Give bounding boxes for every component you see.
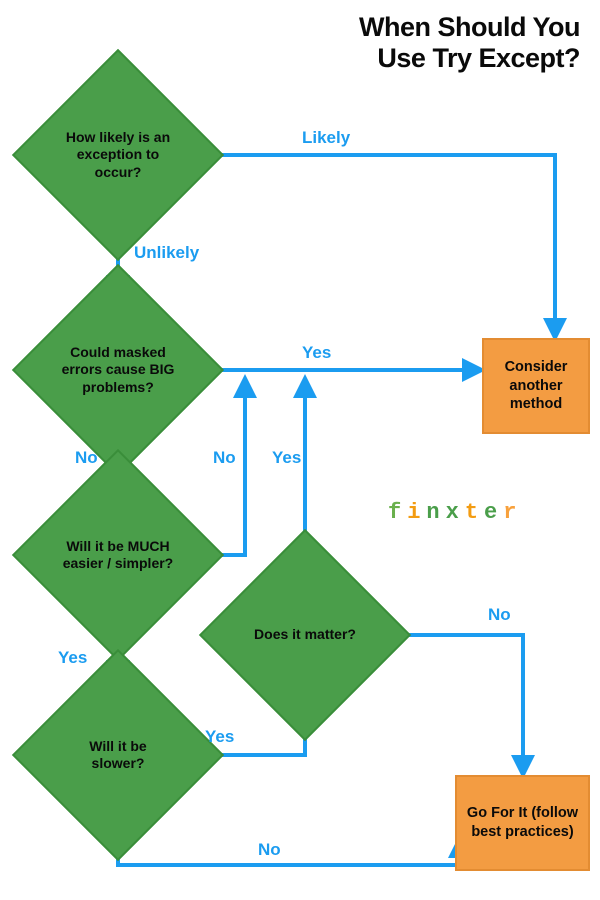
title-line-2: Use Try Except? xyxy=(377,43,580,73)
decision-text: Could masked errors cause BIG problems? xyxy=(43,295,193,445)
edge-label-no: No xyxy=(75,448,98,468)
box-text: Consider another method xyxy=(492,358,580,415)
edge-label-unlikely: Unlikely xyxy=(134,243,199,263)
decision-text: How likely is an exception to occur? xyxy=(43,80,193,230)
decision-exception-likely: How likely is an exception to occur? xyxy=(43,80,193,230)
edge-label-yes: Yes xyxy=(302,343,331,363)
title-line-1: When Should You xyxy=(359,12,580,42)
decision-text: Will it be slower? xyxy=(43,680,193,830)
edge-label-yes: Yes xyxy=(58,648,87,668)
decision-text: Will it be MUCH easier / simpler? xyxy=(43,480,193,630)
decision-slower: Will it be slower? xyxy=(43,680,193,830)
outcome-go-for-it: Go For It (follow best practices) xyxy=(455,775,590,871)
edge-label-no: No xyxy=(488,605,511,625)
page-title: When Should You Use Try Except? xyxy=(359,12,580,74)
edge-label-yes: Yes xyxy=(272,448,301,468)
decision-does-it-matter: Does it matter? xyxy=(230,560,380,710)
decision-text: Does it matter? xyxy=(230,560,380,710)
outcome-consider-another: Consider another method xyxy=(482,338,590,434)
edge-label-likely: Likely xyxy=(302,128,350,148)
box-text: Go For It (follow best practices) xyxy=(465,804,580,842)
edge-label-no: No xyxy=(213,448,236,468)
decision-masked-errors: Could masked errors cause BIG problems? xyxy=(43,295,193,445)
brand-logo: finxter xyxy=(388,500,522,525)
edge-label-no: No xyxy=(258,840,281,860)
edge-label-yes: Yes xyxy=(205,727,234,747)
decision-easier-simpler: Will it be MUCH easier / simpler? xyxy=(43,480,193,630)
